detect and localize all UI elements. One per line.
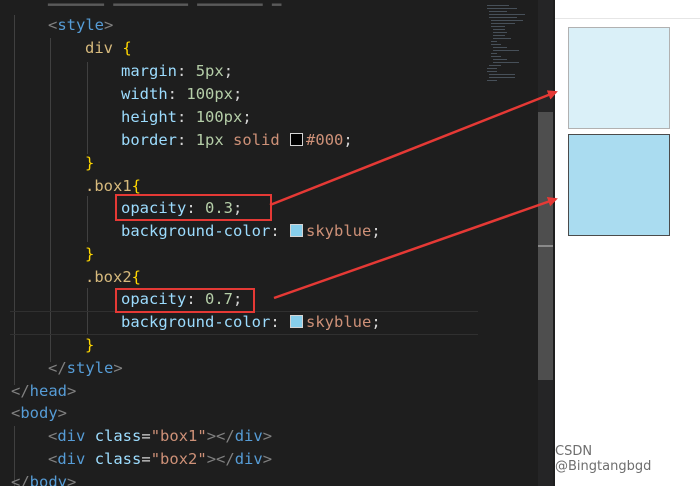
annotation-arrows (269, 90, 558, 300)
arrow-to-preview-box2 (273, 196, 558, 300)
arrow-to-preview-box1 (269, 90, 558, 207)
